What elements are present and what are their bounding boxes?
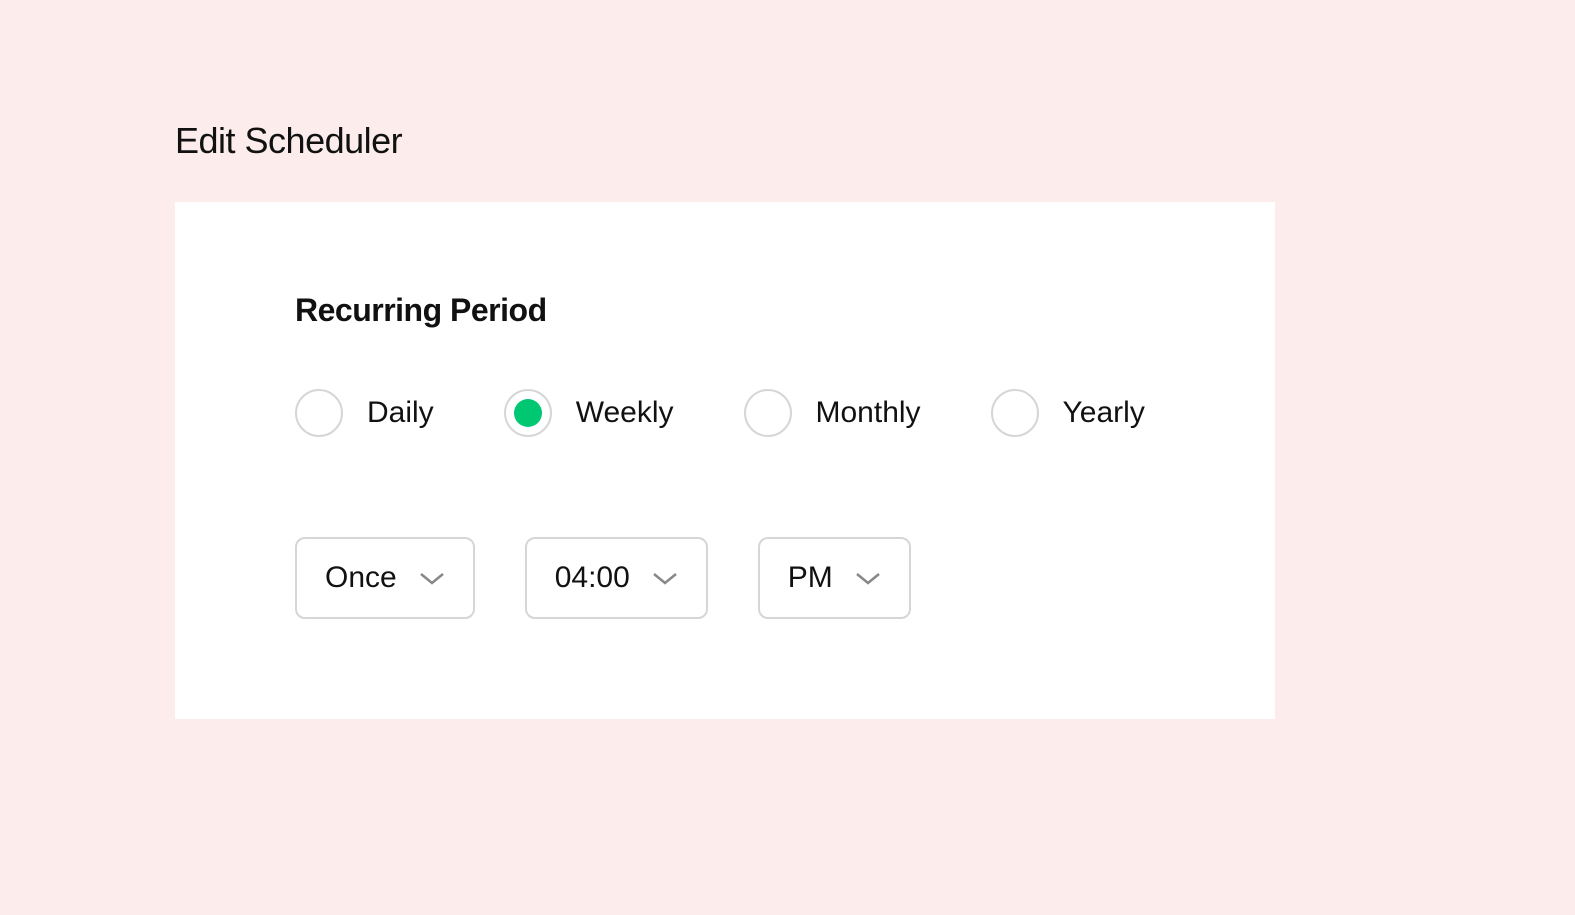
chevron-down-icon	[652, 570, 678, 586]
page-title: Edit Scheduler	[175, 120, 1575, 162]
time-dropdown[interactable]: 04:00	[525, 537, 708, 619]
period-option-yearly[interactable]: Yearly	[991, 389, 1145, 437]
meridiem-value: PM	[788, 561, 833, 595]
frequency-dropdown[interactable]: Once	[295, 537, 475, 619]
period-label: Daily	[367, 396, 434, 430]
radio-icon	[295, 389, 343, 437]
meridiem-dropdown[interactable]: PM	[758, 537, 911, 619]
period-label: Monthly	[816, 396, 921, 430]
scheduler-panel: Recurring Period Daily Weekly Monthly Ye…	[175, 202, 1275, 719]
period-option-monthly[interactable]: Monthly	[744, 389, 921, 437]
period-radio-group: Daily Weekly Monthly Yearly	[295, 389, 1155, 437]
chevron-down-icon	[855, 570, 881, 586]
frequency-value: Once	[325, 561, 397, 595]
period-label: Weekly	[576, 396, 674, 430]
recurring-period-heading: Recurring Period	[295, 292, 1155, 329]
period-option-daily[interactable]: Daily	[295, 389, 434, 437]
chevron-down-icon	[419, 570, 445, 586]
radio-icon	[504, 389, 552, 437]
time-value: 04:00	[555, 561, 630, 595]
period-option-weekly[interactable]: Weekly	[504, 389, 674, 437]
radio-icon	[991, 389, 1039, 437]
time-dropdown-row: Once 04:00 PM	[295, 537, 1155, 619]
radio-icon	[744, 389, 792, 437]
period-label: Yearly	[1063, 396, 1145, 430]
